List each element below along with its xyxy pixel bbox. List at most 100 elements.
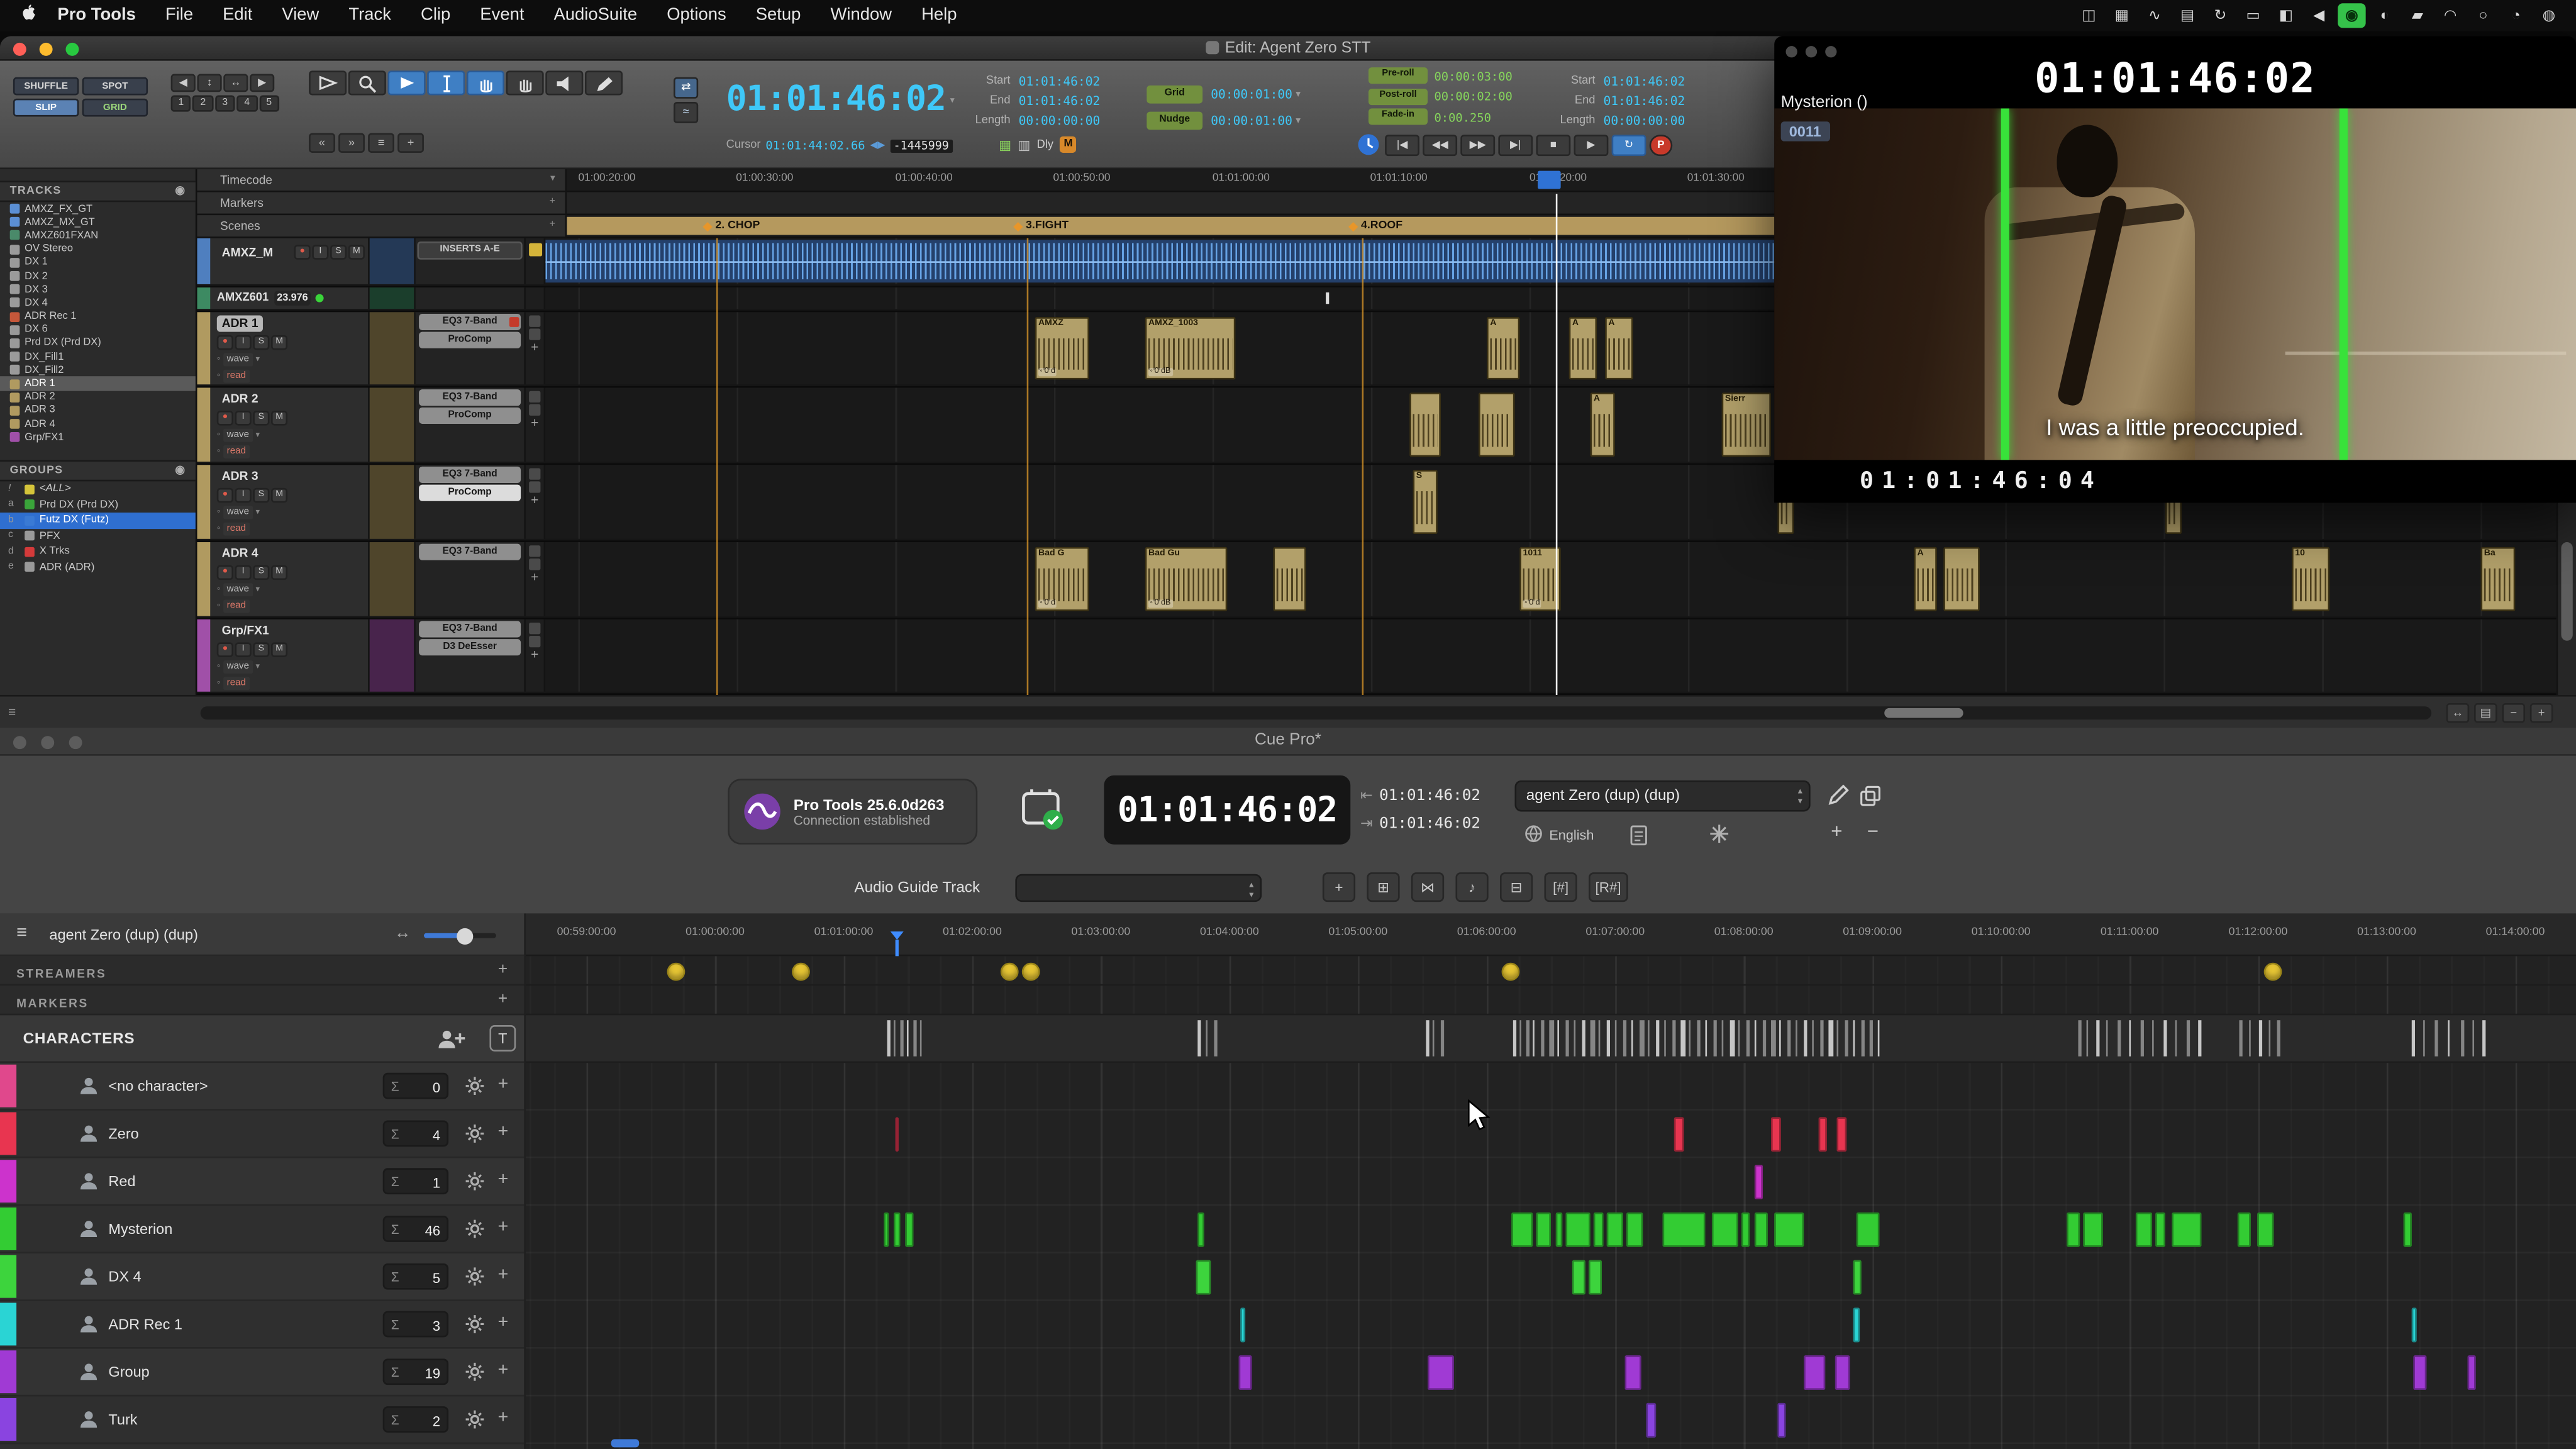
insert-procomp[interactable]: ProComp <box>419 408 521 424</box>
audio-clip[interactable]: AMXZ_1003◦0 dB <box>1145 317 1236 379</box>
add-character-button[interactable] <box>437 1028 467 1058</box>
cue-clip[interactable] <box>1853 1307 1860 1342</box>
track-header-amxz601[interactable]: AMXZ60123.976 <box>210 287 369 309</box>
roll-label-fade-in[interactable]: Fade-in <box>1368 109 1428 126</box>
mirror-edit-button[interactable]: » <box>338 133 365 153</box>
cue-clip[interactable] <box>1674 1117 1684 1152</box>
cue-clip[interactable] <box>1804 1355 1825 1390</box>
character-lane-red[interactable] <box>526 1158 2576 1206</box>
plus-icon[interactable]: + <box>550 215 555 236</box>
cue-horizontal-scrollbar[interactable] <box>611 1439 639 1447</box>
zoom-slider[interactable] <box>424 933 496 938</box>
grid-view-button[interactable]: ▤ <box>2474 703 2497 723</box>
menu-view[interactable]: View <box>267 0 334 31</box>
list-icon[interactable]: ≡ <box>16 923 27 943</box>
cue-clip[interactable] <box>1835 1355 1850 1390</box>
scrollbar-thumb[interactable] <box>2561 542 2572 641</box>
character-lane-no-character[interactable] <box>526 1063 2576 1111</box>
cue-clip[interactable] <box>1755 1213 1768 1247</box>
cue-clip[interactable] <box>2238 1213 2251 1247</box>
ruler-label-markers[interactable]: Markers+ <box>197 192 567 216</box>
streamers-lane[interactable] <box>526 956 2576 985</box>
menu-file[interactable]: File <box>150 0 208 31</box>
track-input-button[interactable]: I <box>235 488 252 503</box>
groups-list-header[interactable]: GROUPS◉ <box>0 460 196 481</box>
playlist-view-label[interactable]: wave <box>223 506 252 519</box>
list-options-icon[interactable]: ◉ <box>175 462 186 480</box>
pre-roll-button[interactable]: P <box>1650 134 1673 155</box>
track-header-adr-1[interactable]: ADR 1●ISM◦wave▾◦read <box>210 312 369 384</box>
mode-grid-button[interactable]: GRID <box>82 99 148 117</box>
stepper-icon[interactable]: ▲▼ <box>1796 787 1804 805</box>
cue-clip[interactable] <box>2404 1213 2412 1247</box>
tab-to-transient-button[interactable]: « <box>309 133 335 153</box>
time-machine-icon[interactable]: ↻ <box>2206 3 2234 28</box>
cue-clip[interactable] <box>1428 1355 1454 1390</box>
nudge-value[interactable]: 00:00:01:00 <box>1211 113 1292 128</box>
track-mute-button[interactable]: M <box>271 565 287 580</box>
playlist-view-label[interactable]: wave <box>223 660 252 674</box>
insert-procomp[interactable]: ProComp <box>419 485 521 501</box>
split-button[interactable]: ⋈ <box>1411 872 1444 902</box>
audio-clip[interactable]: Bad G◦0 d <box>1035 547 1089 611</box>
number-button[interactable]: [#] <box>1545 872 1577 902</box>
zoom-out-button[interactable]: − <box>2502 703 2525 723</box>
play-button[interactable]: ▶ <box>1574 134 1609 155</box>
mute-indicator[interactable]: M <box>1060 136 1077 153</box>
remove-session-button[interactable]: − <box>1860 820 1886 843</box>
menu-audiosuite[interactable]: AudioSuite <box>539 0 652 31</box>
smart-tool-selector-button[interactable] <box>427 70 465 95</box>
track-input-button[interactable]: I <box>312 245 328 260</box>
audio-guide-select[interactable]: ▲▼ <box>1015 874 1262 902</box>
zoom-preset-1-button[interactable]: 1 <box>171 96 191 112</box>
scene-marker-2-chop[interactable]: ◆2. CHOP <box>703 215 760 236</box>
cue-clip[interactable] <box>884 1213 889 1247</box>
insert-procomp[interactable]: ProComp <box>419 332 521 348</box>
sidebar-track-grp-fx1[interactable]: Grp/FX1 <box>0 431 196 444</box>
cue-clip[interactable] <box>2155 1213 2165 1247</box>
cue-clip[interactable] <box>1556 1213 1562 1247</box>
duplicate-icon[interactable] <box>1860 786 1881 807</box>
cue-clip[interactable] <box>2413 1355 2426 1390</box>
sidebar-track-ov-stereo[interactable]: OV Stereo <box>0 242 196 255</box>
streamer-marker[interactable] <box>1501 962 1519 980</box>
sidebar-track-amxz601fxan[interactable]: AMXZ601FXAN <box>0 229 196 242</box>
sidebar-track-amxz-fx-gt[interactable]: AMXZ_FX_GT <box>0 202 196 215</box>
character-row-adr-rec-1[interactable]: ADR Rec 1Σ3+ <box>0 1301 524 1349</box>
meter-indicator-icon[interactable]: ▥ <box>1018 137 1030 152</box>
sidebar-track-dx-1[interactable]: DX 1 <box>0 256 196 269</box>
trim-tool-button[interactable] <box>309 70 347 95</box>
add-clip-button[interactable]: ⊞ <box>1367 872 1399 902</box>
audio-clip[interactable]: A <box>1605 317 1633 379</box>
sync-status-icon[interactable] <box>1020 789 1066 831</box>
ruler-label-scenes[interactable]: Scenes+ <box>197 215 567 238</box>
add-insert-button[interactable]: + <box>526 493 544 508</box>
menu-help[interactable]: Help <box>907 0 972 31</box>
horizontal-scrollbar[interactable] <box>201 706 2431 719</box>
mode-slip-button[interactable]: SLIP <box>13 99 79 117</box>
cue-clip[interactable] <box>2136 1213 2152 1247</box>
plus-icon[interactable]: + <box>550 192 555 214</box>
character-row-zero[interactable]: ZeroΣ4+ <box>0 1111 524 1158</box>
audio-clip[interactable] <box>1409 392 1441 457</box>
smart-tool-trim-button[interactable] <box>387 70 425 95</box>
cue-clip[interactable] <box>1589 1260 1602 1295</box>
audio-clip[interactable]: Sierr <box>1722 392 1771 457</box>
list-options-icon[interactable]: ◉ <box>175 182 186 201</box>
character-row-turk[interactable]: TurkΣ2+ <box>0 1396 524 1444</box>
add-streamer-button[interactable]: + <box>498 961 508 979</box>
insert-eq3-7-band[interactable]: EQ3 7-Band <box>419 621 521 637</box>
sidebar-track-dx-4[interactable]: DX 4 <box>0 296 196 309</box>
track-mute-button[interactable]: M <box>348 245 365 260</box>
add-marker-button[interactable]: + <box>498 991 508 1009</box>
menu-window[interactable]: Window <box>816 0 907 31</box>
cue-clip[interactable] <box>2067 1213 2080 1247</box>
display-icon[interactable]: ◫ <box>2075 3 2102 28</box>
cue-pro-titlebar[interactable]: Cue Pro* <box>0 728 2576 755</box>
link-timeline-edit-button[interactable]: ⇄ <box>674 77 698 99</box>
go-to-end-button[interactable]: ▶| <box>1498 134 1533 155</box>
add-cue-button[interactable]: + <box>498 1313 509 1332</box>
cue-clip[interactable] <box>1853 1260 1862 1295</box>
track-solo-button[interactable]: S <box>253 411 269 426</box>
track-solo-button[interactable]: S <box>330 245 347 260</box>
